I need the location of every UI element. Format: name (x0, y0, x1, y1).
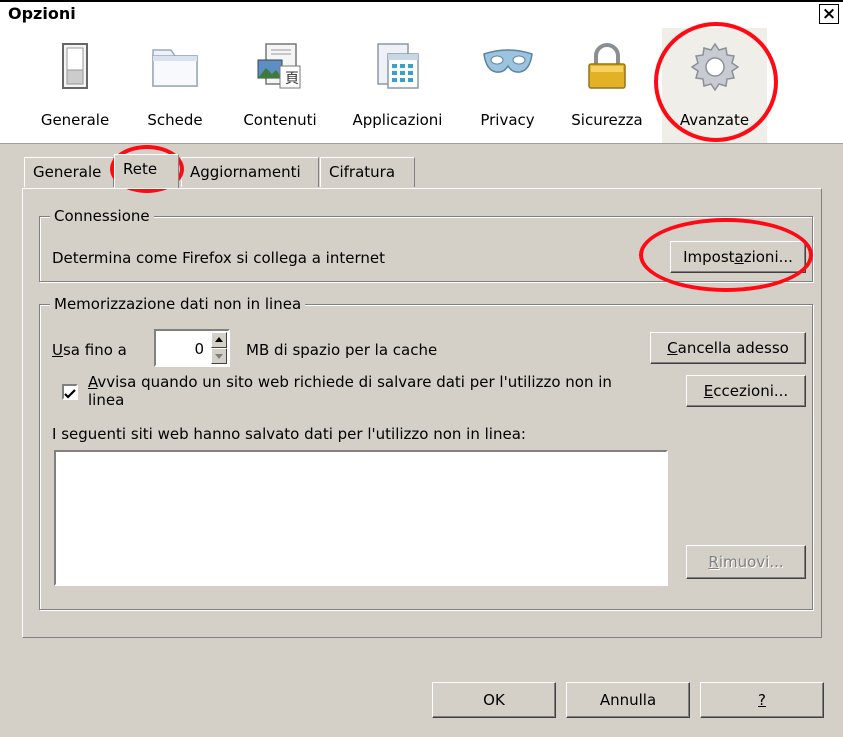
offline-sites-label: I seguenti siti web hanno salvato dati p… (52, 425, 526, 443)
use-up-to-label: Usa fino a (52, 341, 127, 359)
clear-text: ancella adesso (677, 339, 789, 357)
tab-label: Cifratura (329, 163, 396, 181)
connection-group: Connessione Determina come Firefox si co… (39, 207, 813, 282)
warn-text: vvisa quando un sito web richiede di sal… (97, 373, 612, 391)
svg-text:頁: 頁 (285, 71, 299, 87)
toolbar-item-label: Avanzate (679, 111, 750, 129)
mask-icon (482, 49, 533, 73)
toolbar-item-privacy[interactable]: Privacy (465, 28, 550, 143)
exceptions-accel: E (703, 382, 714, 400)
toolbar-item-label: Privacy (480, 111, 535, 129)
offline-sites-list[interactable] (54, 450, 668, 586)
remove-text: imuovi... (718, 553, 784, 571)
connection-settings-button[interactable]: Impostazioni... (670, 241, 806, 273)
tab-label: Rete (123, 160, 158, 178)
connection-description: Determina come Firefox si collega a inte… (52, 249, 385, 267)
tab-label: Generale (33, 163, 102, 181)
remove-button[interactable]: Rimuovi... (686, 545, 806, 579)
gear-icon (690, 42, 739, 92)
toolbar-item-label: Generale (40, 111, 110, 129)
checkmark-icon (64, 389, 76, 399)
close-button[interactable]: × (819, 4, 839, 24)
remove-accel: R (708, 553, 719, 571)
clear-accel: C (667, 339, 678, 357)
help-button[interactable]: ? (700, 682, 824, 718)
connection-legend: Connessione (50, 207, 154, 225)
network-panel: Connessione Determina come Firefox si co… (22, 188, 822, 638)
preferences-toolbar: Generale Schede 頁 Contenuti Applicazioni… (0, 28, 843, 144)
toolbar-item-contenuti[interactable]: 頁 Contenuti (230, 28, 330, 143)
stepper-up-button[interactable] (211, 332, 227, 348)
cache-size-stepper[interactable]: 0 (154, 329, 230, 367)
toolbar-item-label: Sicurezza (571, 111, 643, 129)
arrow-down-icon (215, 354, 223, 359)
settings-label-post: zioni... (743, 248, 793, 266)
exceptions-button[interactable]: Eccezioni... (686, 375, 806, 407)
offline-storage-group: Memorizzazione dati non in linea Usa fin… (39, 295, 813, 610)
clear-now-button[interactable]: Cancella adesso (650, 332, 806, 364)
cache-unit-label: MB di spazio per la cache (246, 341, 438, 359)
arrow-up-icon (215, 337, 223, 342)
ok-button[interactable]: OK (432, 682, 556, 718)
switch-icon (62, 43, 88, 89)
toolbar-item-label: Schede (147, 111, 203, 129)
warn-offline-label-line2: linea (88, 391, 125, 409)
tab-aggiornamenti[interactable]: Aggiornamenti (181, 157, 319, 187)
cancel-button[interactable]: Annulla (566, 682, 690, 718)
help-label: ? (758, 691, 766, 709)
tab-cifratura[interactable]: Cifratura (320, 157, 415, 187)
tab-label: Aggiornamenti (190, 163, 301, 181)
picture-page-icon: 頁 (257, 43, 301, 89)
use-up-to-text: sa fino a (62, 341, 127, 359)
applications-window-icon (376, 43, 419, 89)
cancel-label: Annulla (599, 691, 657, 709)
tab-rete[interactable]: Rete (114, 154, 179, 188)
toolbar-item-schede[interactable]: Schede (130, 28, 220, 143)
toolbar-item-sicurezza[interactable]: Sicurezza (557, 28, 657, 143)
stepper-down-button[interactable] (211, 348, 227, 364)
cache-size-value: 0 (194, 340, 204, 358)
toolbar-item-label: Contenuti (243, 111, 317, 129)
warn-accel: A (88, 373, 98, 391)
toolbar-item-label: Applicazioni (352, 111, 443, 129)
folder-tabs-icon (152, 49, 198, 87)
close-icon: × (821, 4, 837, 24)
toolbar-item-avanzate[interactable]: Avanzate (662, 28, 767, 143)
settings-label-pre: Impost (683, 248, 735, 266)
offline-legend: Memorizzazione dati non in linea (50, 295, 306, 313)
exceptions-text: ccezioni... (713, 382, 789, 400)
tab-generale[interactable]: Generale (24, 157, 114, 187)
toolbar-item-applicazioni[interactable]: Applicazioni (340, 28, 455, 143)
options-dialog: Opzioni × Generale Schede 頁 Contenuti Ap… (0, 0, 843, 737)
warn-offline-checkbox[interactable] (62, 384, 78, 400)
window-title: Opzioni (8, 4, 76, 23)
ok-label: OK (483, 691, 505, 709)
toolbar-item-generale[interactable]: Generale (30, 28, 120, 143)
settings-label-accel: a (734, 248, 744, 266)
title-bar[interactable]: Opzioni × (0, 2, 843, 29)
use-up-to-accel: U (52, 341, 63, 359)
warn-offline-label-line1: Avvisa quando un sito web richiede di sa… (88, 373, 612, 391)
padlock-icon (588, 43, 626, 89)
